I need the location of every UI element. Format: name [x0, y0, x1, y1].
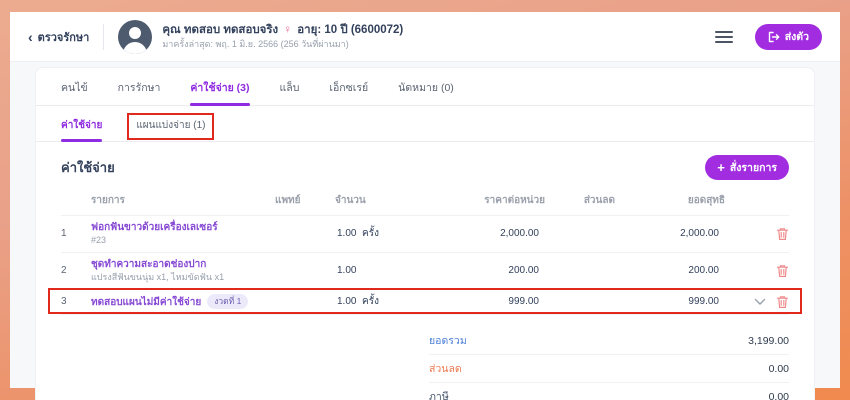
- order-items-button[interactable]: + สั่งรายการ: [705, 155, 789, 180]
- patient-info: คุณ ทดสอบ ทดสอบจริง ♀ อายุ: 10 ปี (66000…: [162, 23, 403, 51]
- summary-value: 0.00: [768, 362, 789, 375]
- col-item: รายการ: [91, 195, 125, 206]
- cell-net: 2,000.00: [680, 228, 719, 240]
- plus-icon: +: [717, 160, 725, 175]
- avatar: [118, 19, 153, 54]
- trash-icon: [776, 264, 789, 277]
- content-card: คนไข้ การรักษา ค่าใช้จ่าย (3) แล็บ เอ็กซ…: [35, 67, 815, 400]
- app-window: ‹ ตรวจรักษา คุณ ทดสอบ ทดสอบจริง ♀ อายุ: …: [10, 12, 840, 400]
- main-tabs: คนไข้ การรักษา ค่าใช้จ่าย (3) แล็บ เอ็กซ…: [36, 68, 814, 106]
- female-icon: ♀: [283, 23, 293, 36]
- tab-patient[interactable]: คนไข้: [61, 79, 88, 105]
- col-actions: [725, 194, 789, 208]
- order-items-label: สั่งรายการ: [729, 162, 777, 174]
- row-number: 2: [61, 265, 67, 277]
- refer-button-label: ส่งตัว: [784, 31, 809, 43]
- row-number: 1: [61, 228, 67, 240]
- summary-value: 3,199.00: [748, 334, 789, 347]
- hamburger-menu-icon[interactable]: [714, 30, 733, 43]
- cell-net: 999.00: [688, 296, 719, 308]
- section-header: ค่าใช้จ่าย + สั่งรายการ: [61, 155, 789, 180]
- summary-label: ส่วนลด: [429, 363, 462, 376]
- col-number: [61, 194, 91, 208]
- person-icon: [123, 26, 148, 54]
- chevron-left-icon: ‹: [28, 28, 33, 45]
- summary-value: 0.00: [768, 390, 789, 400]
- totals-summary: ยอดรวม 3,199.00 ส่วนลด 0.00 ภาษี 0.00 ยอ…: [429, 327, 789, 400]
- trash-icon: [776, 296, 789, 308]
- col-discount: ส่วนลด: [583, 195, 615, 206]
- delete-button[interactable]: [776, 227, 789, 241]
- refer-button[interactable]: ส่งตัว: [754, 23, 822, 50]
- tab-lab[interactable]: แล็บ: [280, 79, 300, 105]
- section-title: ค่าใช้จ่าย: [61, 160, 115, 175]
- expense-subtabs: ค่าใช้จ่าย แผนแบ่งจ่าย (1): [36, 106, 814, 142]
- tab-expenses[interactable]: ค่าใช้จ่าย (3): [190, 79, 250, 106]
- patient-age: อายุ: 10 ปี (6600072): [297, 23, 404, 36]
- table-row: 2 ชุดทำความสะอาดช่องปาก แปรงสีฟันขนนุ่ม …: [61, 253, 789, 290]
- tab-xray[interactable]: เอ็กซเรย์: [329, 79, 368, 105]
- back-label: ตรวจรักษา: [37, 31, 90, 44]
- divider: [103, 23, 105, 50]
- item-name-link[interactable]: ฟอกฟันขาวด้วยเครื่องเลเซอร์: [91, 221, 275, 234]
- subtab-expenses[interactable]: ค่าใช้จ่าย: [61, 118, 103, 142]
- cell-unit-price: 200.00: [508, 265, 539, 277]
- expense-table: รายการ แพทย์ จำนวน ราคาต่อหน่วย ส่วนลด ย…: [48, 186, 802, 316]
- expand-row-button[interactable]: [754, 298, 766, 306]
- table-row-highlighted: 3 ทดสอบแผนไม่มีค่าใช้จ่าย งวดที่ 1 1.00 ค…: [48, 288, 802, 316]
- logout-arrow-icon: [768, 31, 780, 42]
- item-detail: #23: [91, 235, 107, 245]
- chevron-down-icon: [754, 298, 766, 305]
- col-qty: จำนวน: [335, 195, 366, 206]
- tab-treatment[interactable]: การรักษา: [118, 79, 161, 105]
- cell-qty: 1.00: [337, 265, 357, 277]
- trash-icon: [776, 228, 789, 240]
- table-row: 1 ฟอกฟันขาวด้วยเครื่องเลเซอร์ #23 1.00 ค…: [61, 216, 789, 253]
- installment-badge: งวดที่ 1: [207, 294, 249, 310]
- item-name-link[interactable]: ชุดทำความสะอาดช่องปาก: [91, 258, 275, 271]
- summary-row-total: ยอดรวม 3,199.00: [429, 327, 789, 356]
- subtab-installment-plan[interactable]: แผนแบ่งจ่าย (1): [127, 113, 215, 141]
- cell-unit-price: 999.00: [508, 296, 539, 308]
- patient-name: คุณ ทดสอบ ทดสอบจริง: [162, 23, 279, 36]
- patient-name-line: คุณ ทดสอบ ทดสอบจริง ♀ อายุ: 10 ปี (66000…: [162, 23, 403, 37]
- cell-unit-price: 2,000.00: [500, 228, 539, 240]
- delete-button[interactable]: [776, 295, 789, 309]
- item-name-link[interactable]: ทดสอบแผนไม่มีค่าใช้จ่าย: [91, 297, 201, 308]
- row-number: 3: [61, 296, 67, 308]
- col-doctor: แพทย์: [275, 195, 301, 206]
- page-body: คนไข้ การรักษา ค่าใช้จ่าย (3) แล็บ เอ็กซ…: [10, 62, 840, 400]
- cell-qty: 1.00 ครั้ง: [337, 228, 379, 240]
- summary-label: ภาษี: [429, 391, 449, 400]
- summary-label: ยอดรวม: [429, 335, 467, 348]
- last-visit: มาครั้งล่าสุด: พฤ. 1 มิ.ย. 2566 (256 วัน…: [162, 39, 349, 50]
- item-detail: แปรงสีฟันขนนุ่ม x1, ไหมขัดฟัน x1: [91, 271, 225, 282]
- col-unit-price: ราคาต่อหน่วย: [484, 195, 545, 206]
- col-net: ยอดสุทธิ: [687, 195, 725, 206]
- summary-row-discount: ส่วนลด 0.00: [429, 355, 789, 384]
- back-link[interactable]: ‹ ตรวจรักษา: [28, 28, 89, 46]
- delete-button[interactable]: [776, 264, 789, 278]
- cell-qty: 1.00 ครั้ง: [337, 296, 379, 308]
- summary-row-tax: ภาษี 0.00: [429, 383, 789, 400]
- tab-appointments[interactable]: นัดหมาย (0): [398, 79, 454, 105]
- cell-net: 200.00: [688, 265, 719, 277]
- patient-header: ‹ ตรวจรักษา คุณ ทดสอบ ทดสอบจริง ♀ อายุ: …: [10, 12, 840, 62]
- table-header-row: รายการ แพทย์ จำนวน ราคาต่อหน่วย ส่วนลด ย…: [61, 186, 789, 216]
